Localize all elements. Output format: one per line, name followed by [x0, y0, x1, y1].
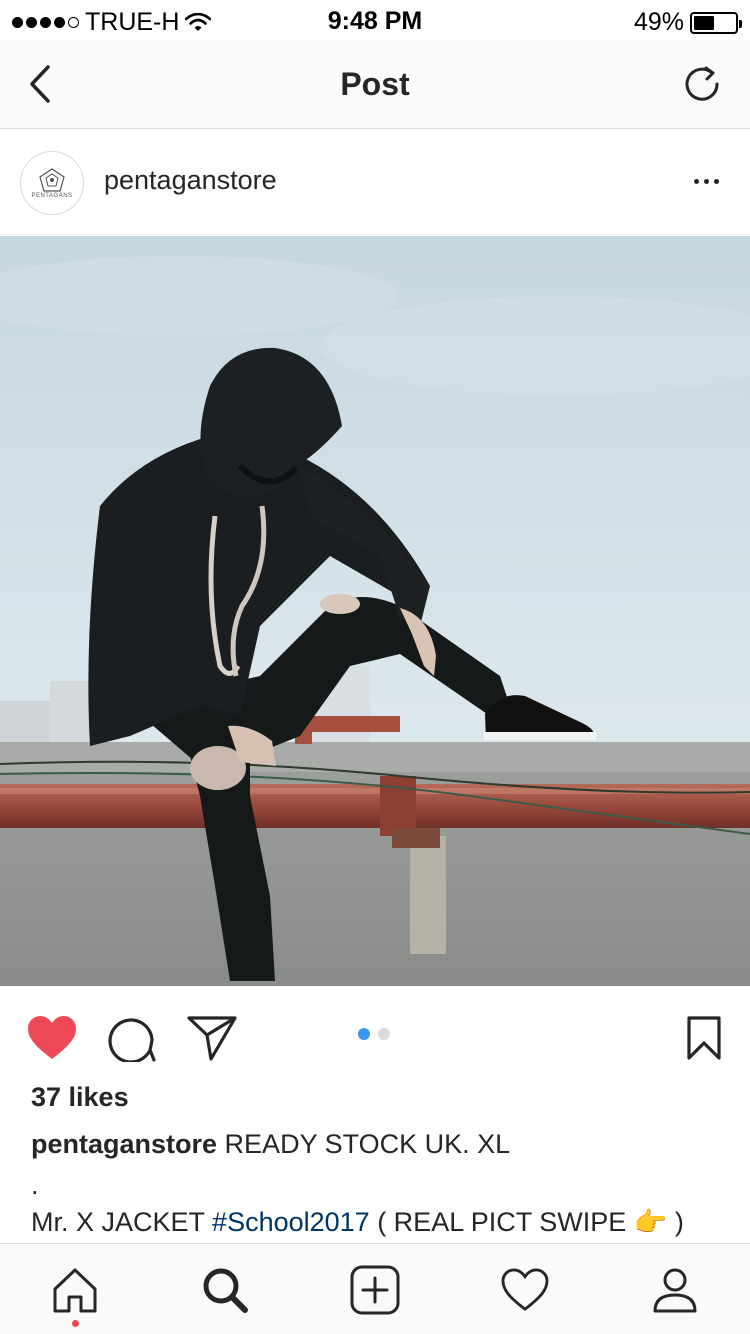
more-options-button[interactable] — [690, 169, 722, 193]
heart-filled-icon — [28, 1016, 76, 1059]
caption-line2-end: ( REAL PICT SWIPE 👉 ) — [369, 1207, 684, 1237]
battery-icon — [690, 11, 742, 34]
tab-activity[interactable] — [499, 1264, 551, 1316]
caption-line2-text: Mr. X JACKET — [31, 1207, 213, 1237]
caption-separator: . — [31, 1170, 39, 1200]
page-title: Post — [340, 66, 410, 102]
tab-bar — [0, 1243, 750, 1334]
post-username[interactable]: pentaganstore — [104, 165, 277, 196]
nav-bar: Post — [0, 40, 750, 129]
like-button[interactable] — [26, 1012, 78, 1064]
carousel-dot — [378, 1028, 390, 1040]
post-image[interactable] — [0, 236, 750, 986]
tab-add-post[interactable] — [349, 1264, 401, 1316]
comment-button[interactable] — [106, 1012, 158, 1064]
avatar-logo-text: PENTAGANS — [31, 192, 73, 199]
add-icon — [350, 1265, 400, 1315]
home-active-dot — [72, 1320, 79, 1327]
likes-count[interactable]: 37 likes — [31, 1082, 129, 1113]
post-caption: pentaganstore READY STOCK UK. XL — [31, 1128, 721, 1160]
status-right: 49% — [633, 8, 742, 37]
battery-percent: 49% — [633, 8, 684, 36]
profile-icon — [653, 1268, 697, 1313]
refresh-icon — [685, 66, 719, 101]
post-photo-illustration — [0, 236, 750, 986]
carousel-indicator — [358, 1028, 390, 1040]
bookmark-icon — [687, 1016, 721, 1060]
carousel-dot — [358, 1028, 370, 1040]
share-button[interactable] — [186, 1012, 238, 1064]
avatar[interactable]: PENTAGANS — [20, 151, 84, 215]
status-bar: TRUE-H 9:48 PM 49% — [0, 0, 750, 40]
caption-text: READY STOCK UK. XL — [217, 1129, 511, 1159]
more-dot — [713, 178, 719, 184]
save-button[interactable] — [678, 1012, 730, 1064]
tab-home[interactable] — [49, 1264, 101, 1316]
tab-search[interactable] — [199, 1264, 251, 1316]
send-icon — [187, 1016, 237, 1061]
more-dot — [693, 178, 699, 184]
caption-username[interactable]: pentaganstore — [31, 1129, 217, 1159]
caption-hashtag[interactable]: #School2017 — [212, 1207, 370, 1237]
home-icon — [53, 1268, 97, 1313]
activity-heart-icon — [501, 1268, 549, 1311]
post-header: PENTAGANS pentaganstore — [0, 129, 750, 235]
action-bar — [0, 986, 750, 1082]
refresh-button[interactable] — [682, 64, 722, 104]
tab-profile[interactable] — [649, 1264, 701, 1316]
more-dot — [703, 178, 709, 184]
caption-line-2: Mr. X JACKET #School2017 ( REAL PICT SWI… — [31, 1206, 731, 1238]
pentagans-logo-icon — [39, 167, 65, 192]
search-icon — [203, 1268, 248, 1313]
comment-icon — [108, 1018, 156, 1062]
